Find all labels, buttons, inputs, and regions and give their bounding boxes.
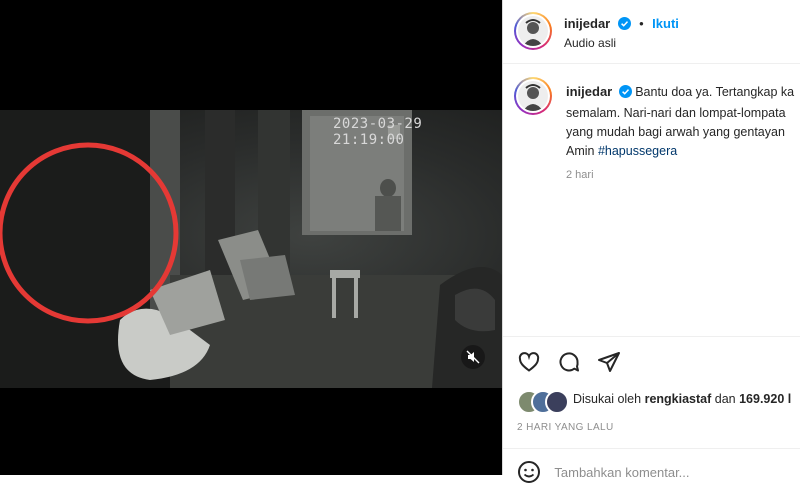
liker-avatar [545, 390, 569, 414]
header-username[interactable]: inijedar [564, 16, 610, 31]
mute-button[interactable] [461, 345, 485, 369]
verified-badge-icon [618, 85, 632, 104]
emoji-icon[interactable] [517, 460, 541, 487]
caption-line-1: Bantu doa ya. Tertangkap ka [635, 85, 795, 99]
verified-badge-icon [617, 17, 631, 35]
caption-username[interactable]: inijedar [566, 84, 612, 99]
cctv-scene [0, 110, 502, 388]
video-timestamp: 2023-03-29 21:19:00 [333, 116, 423, 148]
media-panel: 2023-03-29 21:19:00 [0, 0, 502, 475]
caption-line-2: semalam. Nari-nari dan lompat-lompata [566, 106, 786, 120]
post-date[interactable]: 2 HARI YANG LALU [517, 422, 614, 433]
caption-time[interactable]: 2 hari [566, 166, 800, 185]
likes-prefix: Disukai oleh [573, 392, 645, 406]
header-divider [503, 63, 800, 64]
comment-divider [503, 448, 800, 449]
caption-line-3: yang mudah bagi arwah yang gentayan [566, 125, 785, 139]
caption: inijedar Bantu doa ya. Tertangkap ka sem… [566, 82, 800, 185]
liker-username[interactable]: rengkiastaf [645, 392, 712, 406]
cctv-video[interactable] [0, 110, 502, 388]
comment-icon[interactable] [557, 350, 581, 379]
caption-line-4: Amin [566, 144, 598, 158]
follow-button[interactable]: Ikuti [652, 16, 679, 31]
separator-dot: • [639, 16, 644, 31]
heart-icon[interactable] [517, 350, 541, 379]
post-panel: inijedar • Ikuti Audio asli inijedar Ban… [503, 0, 800, 483]
send-icon[interactable] [597, 350, 621, 379]
caption-avatar[interactable] [514, 77, 552, 115]
likes-count[interactable]: 169.920 l [739, 392, 791, 406]
likes-middle: dan [711, 392, 740, 406]
header-avatar[interactable] [514, 12, 552, 50]
audio-link[interactable]: Audio asli [564, 36, 616, 50]
post-header: inijedar • Ikuti [564, 15, 679, 35]
avatar-icon [523, 19, 543, 46]
liker-avatars[interactable] [517, 390, 569, 414]
comment-input[interactable]: Tambahkan komentar... [554, 465, 689, 480]
hashtag-link[interactable]: #hapussegera [598, 144, 677, 158]
avatar-icon [523, 84, 543, 111]
speaker-muted-icon [466, 350, 480, 364]
comment-row: Tambahkan komentar... [517, 460, 690, 487]
likes-summary: Disukai oleh rengkiastaf dan 169.920 l [573, 392, 791, 406]
actions-divider [503, 336, 800, 337]
